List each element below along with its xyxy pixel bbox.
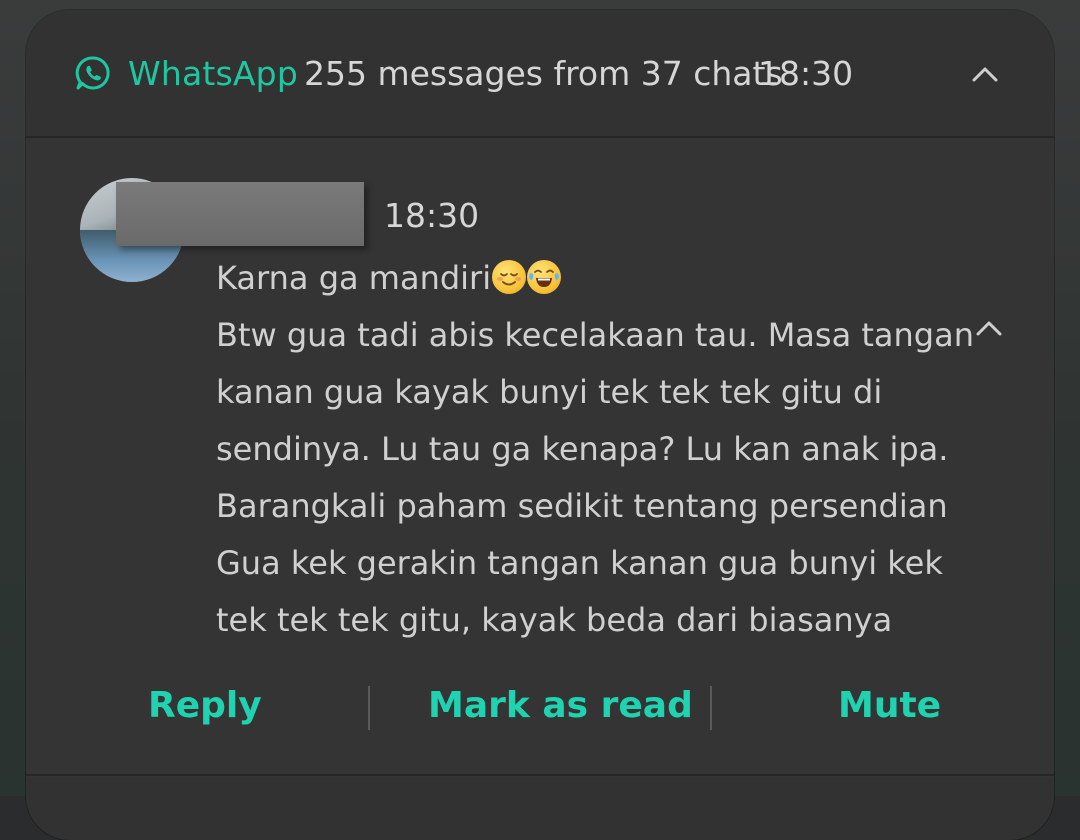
action-divider [368,686,370,730]
message-line: Btw gua tadi abis kecelakaan tau. Masa t… [216,316,974,354]
app-name: WhatsApp [128,54,298,93]
notification-header[interactable]: WhatsApp 255 messages from 37 chats 18:3… [26,10,1054,136]
redacted-sender-name [116,182,364,246]
action-divider [710,686,712,730]
message-line: tek tek tek gitu, kayak beda dari biasan… [216,601,893,639]
message-line: Karna ga mandiri [216,250,1016,307]
message-line: kanan gua kayak bunyi tek tek tek gitu d… [216,373,883,411]
notification-time: 18:30 [758,54,854,93]
mute-button[interactable]: Mute [838,678,941,734]
relieved-face-emoji [492,260,527,294]
reply-button[interactable]: Reply [148,678,262,734]
notification-card[interactable]: WhatsApp 255 messages from 37 chats 18:3… [26,10,1054,840]
notification-summary: 255 messages from 37 chats [304,54,783,93]
tears-of-joy-emoji [527,260,562,294]
message-body: Karna ga mandiri Btw gua tadi abis kecel… [216,250,1016,649]
message-time: 18:30 [384,196,480,235]
notification-actions: Reply Mark as read Mute [26,678,1054,734]
chevron-up-icon[interactable] [970,64,1000,84]
bottom-divider [26,774,1054,776]
message-line: Barangkali paham sedikit tentang persend… [216,487,948,525]
message-notification[interactable]: 18:30 Karna ga mandiri Btw gua tadi abis… [26,138,1054,778]
mark-as-read-button[interactable]: Mark as read [428,678,693,734]
whatsapp-icon [74,54,112,92]
message-line: sendinya. Lu tau ga kenapa? Lu kan anak … [216,430,949,468]
message-line: Gua kek gerakin tangan kanan gua bunyi k… [216,544,943,582]
